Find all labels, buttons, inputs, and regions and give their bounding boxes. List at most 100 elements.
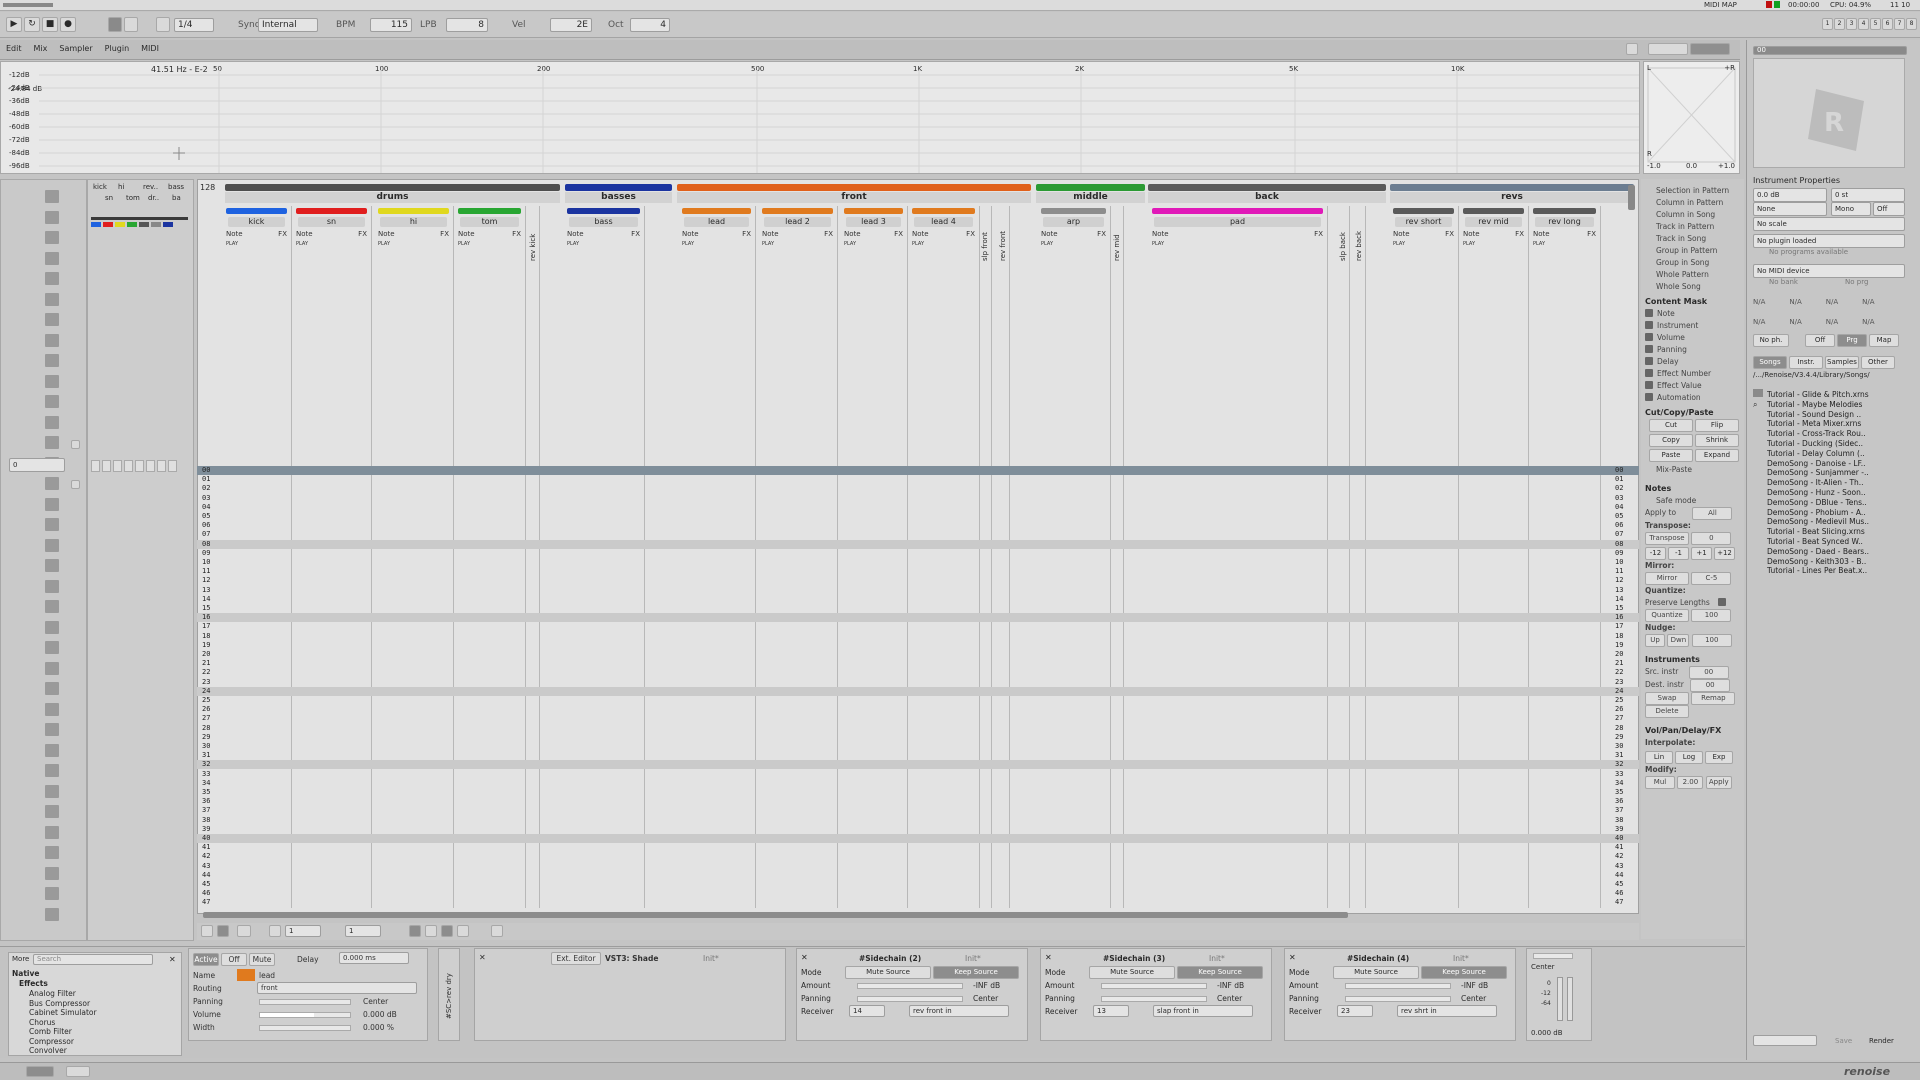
midi-device-select[interactable]: No MIDI device — [1753, 264, 1905, 278]
content-mask-option[interactable]: Panning — [1645, 344, 1744, 356]
checkbox[interactable] — [1645, 381, 1653, 389]
amount-slider[interactable] — [1101, 983, 1207, 989]
browser-path[interactable]: /.../Renoise/V3.4.4/Library/Songs/ — [1753, 371, 1903, 379]
track-name[interactable]: pad — [1154, 217, 1321, 227]
sequence-slot[interactable] — [45, 333, 59, 347]
instrument-none-select[interactable]: None — [1753, 202, 1827, 216]
sequence-slot[interactable] — [45, 518, 59, 531]
transpose-button[interactable]: Transpose — [1645, 532, 1689, 545]
sequence-slot[interactable] — [45, 538, 59, 552]
keep-source-button[interactable]: Keep Source — [933, 966, 1019, 979]
sequence-slot[interactable] — [45, 272, 59, 285]
pattern-row[interactable]: 22 22 — [197, 668, 1639, 677]
pattern-row[interactable]: 25 25 — [197, 696, 1639, 705]
apply-button[interactable]: Apply — [1705, 776, 1732, 789]
sequence-slot[interactable] — [45, 723, 59, 736]
delay-field[interactable]: 0.000 ms — [339, 952, 409, 964]
midi-map-label[interactable]: MIDI MAP — [1704, 1, 1737, 9]
active-toggle[interactable]: Active — [193, 953, 219, 966]
interpolate-button[interactable]: Lin — [1645, 751, 1673, 764]
cut-copy-paste-button[interactable]: Expand — [1695, 449, 1739, 462]
sequence-slot[interactable] — [45, 784, 59, 798]
sequence-slot[interactable] — [45, 907, 59, 921]
scope-option[interactable]: Column in Song — [1656, 209, 1744, 221]
sequence-slot[interactable] — [45, 231, 59, 244]
pattern-row[interactable]: 26 26 — [197, 705, 1639, 714]
pattern-vscrollbar[interactable] — [1628, 185, 1635, 210]
content-mask-option[interactable]: Instrument — [1645, 320, 1744, 332]
sequence-slot[interactable] — [45, 682, 59, 695]
pattern-slot-button[interactable]: 2 — [1834, 18, 1845, 30]
sequence-slot[interactable] — [45, 477, 59, 490]
sequence-position-field[interactable]: 0 — [9, 458, 65, 472]
mono-off-toggle[interactable]: Off — [1873, 202, 1905, 216]
swap-button[interactable]: Swap — [1645, 692, 1689, 705]
preserve-lengths-label[interactable]: Preserve Lengths — [1645, 598, 1710, 607]
checkbox[interactable] — [1645, 393, 1653, 401]
track-color-swatch[interactable] — [237, 969, 255, 981]
effects-search-input[interactable]: Search — [33, 954, 153, 965]
group-back[interactable]: back — [1148, 184, 1386, 203]
sequence-slot[interactable] — [45, 436, 59, 449]
pattern-row[interactable]: 28 28 — [197, 724, 1639, 733]
sequence-add-icon[interactable] — [71, 440, 80, 449]
modify-value-field[interactable]: 2.00 — [1677, 776, 1704, 789]
effect-item[interactable]: Cabinet Simulator — [29, 1008, 97, 1018]
sequence-slot[interactable] — [45, 825, 59, 839]
content-mask-option[interactable]: Note — [1645, 308, 1744, 320]
content-mask-option[interactable]: Volume — [1645, 332, 1744, 344]
transpose-step-button[interactable]: -12 — [1645, 547, 1666, 560]
amount-slider[interactable] — [857, 983, 963, 989]
scope-option[interactable]: Whole Song — [1656, 281, 1744, 293]
matrix-track-name[interactable]: sn — [105, 194, 113, 202]
pattern-slot-button[interactable]: 5 — [1870, 18, 1881, 30]
track-name[interactable]: hi — [380, 217, 447, 227]
transpose-step-button[interactable]: +1 — [1691, 547, 1712, 560]
content-mask-option[interactable]: Effect Number — [1645, 368, 1744, 380]
instrument-slot[interactable]: 00 — [1753, 46, 1907, 55]
pattern-row[interactable]: 40 40 — [197, 834, 1639, 843]
browser-tab[interactable]: Instr. — [1789, 356, 1823, 369]
checkbox[interactable] — [1645, 321, 1653, 329]
instrument-volume[interactable]: 0.0 dB — [1753, 188, 1827, 202]
effect-item[interactable]: Convolver — [29, 1046, 97, 1056]
fx-column-toggle[interactable] — [457, 925, 469, 937]
sequence-slot[interactable] — [45, 846, 59, 859]
sequence-slot[interactable] — [45, 579, 59, 593]
file-item[interactable]: DemoSong - Keith303 - B.. — [1767, 557, 1917, 567]
lpb-field[interactable]: 8 — [446, 18, 488, 32]
pattern-slot-button[interactable]: 7 — [1894, 18, 1905, 30]
scope-option[interactable]: Whole Pattern — [1656, 269, 1744, 281]
pattern-row[interactable]: 41 41 — [197, 843, 1639, 852]
track-name[interactable]: lead 4 — [914, 217, 973, 227]
pattern-slot-button[interactable]: 4 — [1858, 18, 1869, 30]
tab-plugin[interactable]: Plugin — [105, 44, 130, 53]
pattern-row[interactable]: 13 13 — [197, 586, 1639, 595]
pattern-row[interactable]: 17 17 — [197, 622, 1639, 631]
folder-icon[interactable] — [1753, 389, 1763, 397]
receiver-number[interactable]: 23 — [1337, 1005, 1373, 1017]
remap-button[interactable]: Remap — [1691, 692, 1736, 705]
track-name[interactable]: lead — [259, 971, 275, 980]
pattern-row[interactable]: 05 05 — [197, 512, 1639, 521]
effect-item[interactable]: Analog Filter — [29, 989, 97, 999]
sequence-slot[interactable] — [45, 292, 59, 306]
edit-step-icon[interactable] — [269, 925, 281, 937]
pattern-row[interactable]: 18 18 — [197, 632, 1639, 641]
position-field[interactable]: 1/4 — [174, 18, 214, 32]
pattern-row[interactable]: 08 08 — [197, 539, 1639, 549]
single-track-icon[interactable] — [237, 925, 251, 937]
file-item[interactable]: Tutorial - Cross-Track Rou.. — [1767, 429, 1917, 439]
checkbox[interactable] — [1645, 357, 1653, 365]
sequence-slot[interactable] — [45, 805, 59, 818]
pattern-slot-button[interactable]: 8 — [1906, 18, 1917, 30]
track-name[interactable]: rev long — [1535, 217, 1594, 227]
sequence-slot[interactable] — [45, 661, 59, 675]
sequence-clone-icon[interactable] — [71, 480, 80, 489]
quantize-button[interactable]: Quantize — [1645, 609, 1689, 622]
pattern-row[interactable]: 01 01 — [197, 475, 1639, 484]
checkbox[interactable] — [1645, 369, 1653, 377]
track-name[interactable]: lead — [684, 217, 749, 227]
effects-folder[interactable]: Effects — [19, 979, 48, 988]
mono-toggle[interactable]: Mono — [1831, 202, 1871, 216]
